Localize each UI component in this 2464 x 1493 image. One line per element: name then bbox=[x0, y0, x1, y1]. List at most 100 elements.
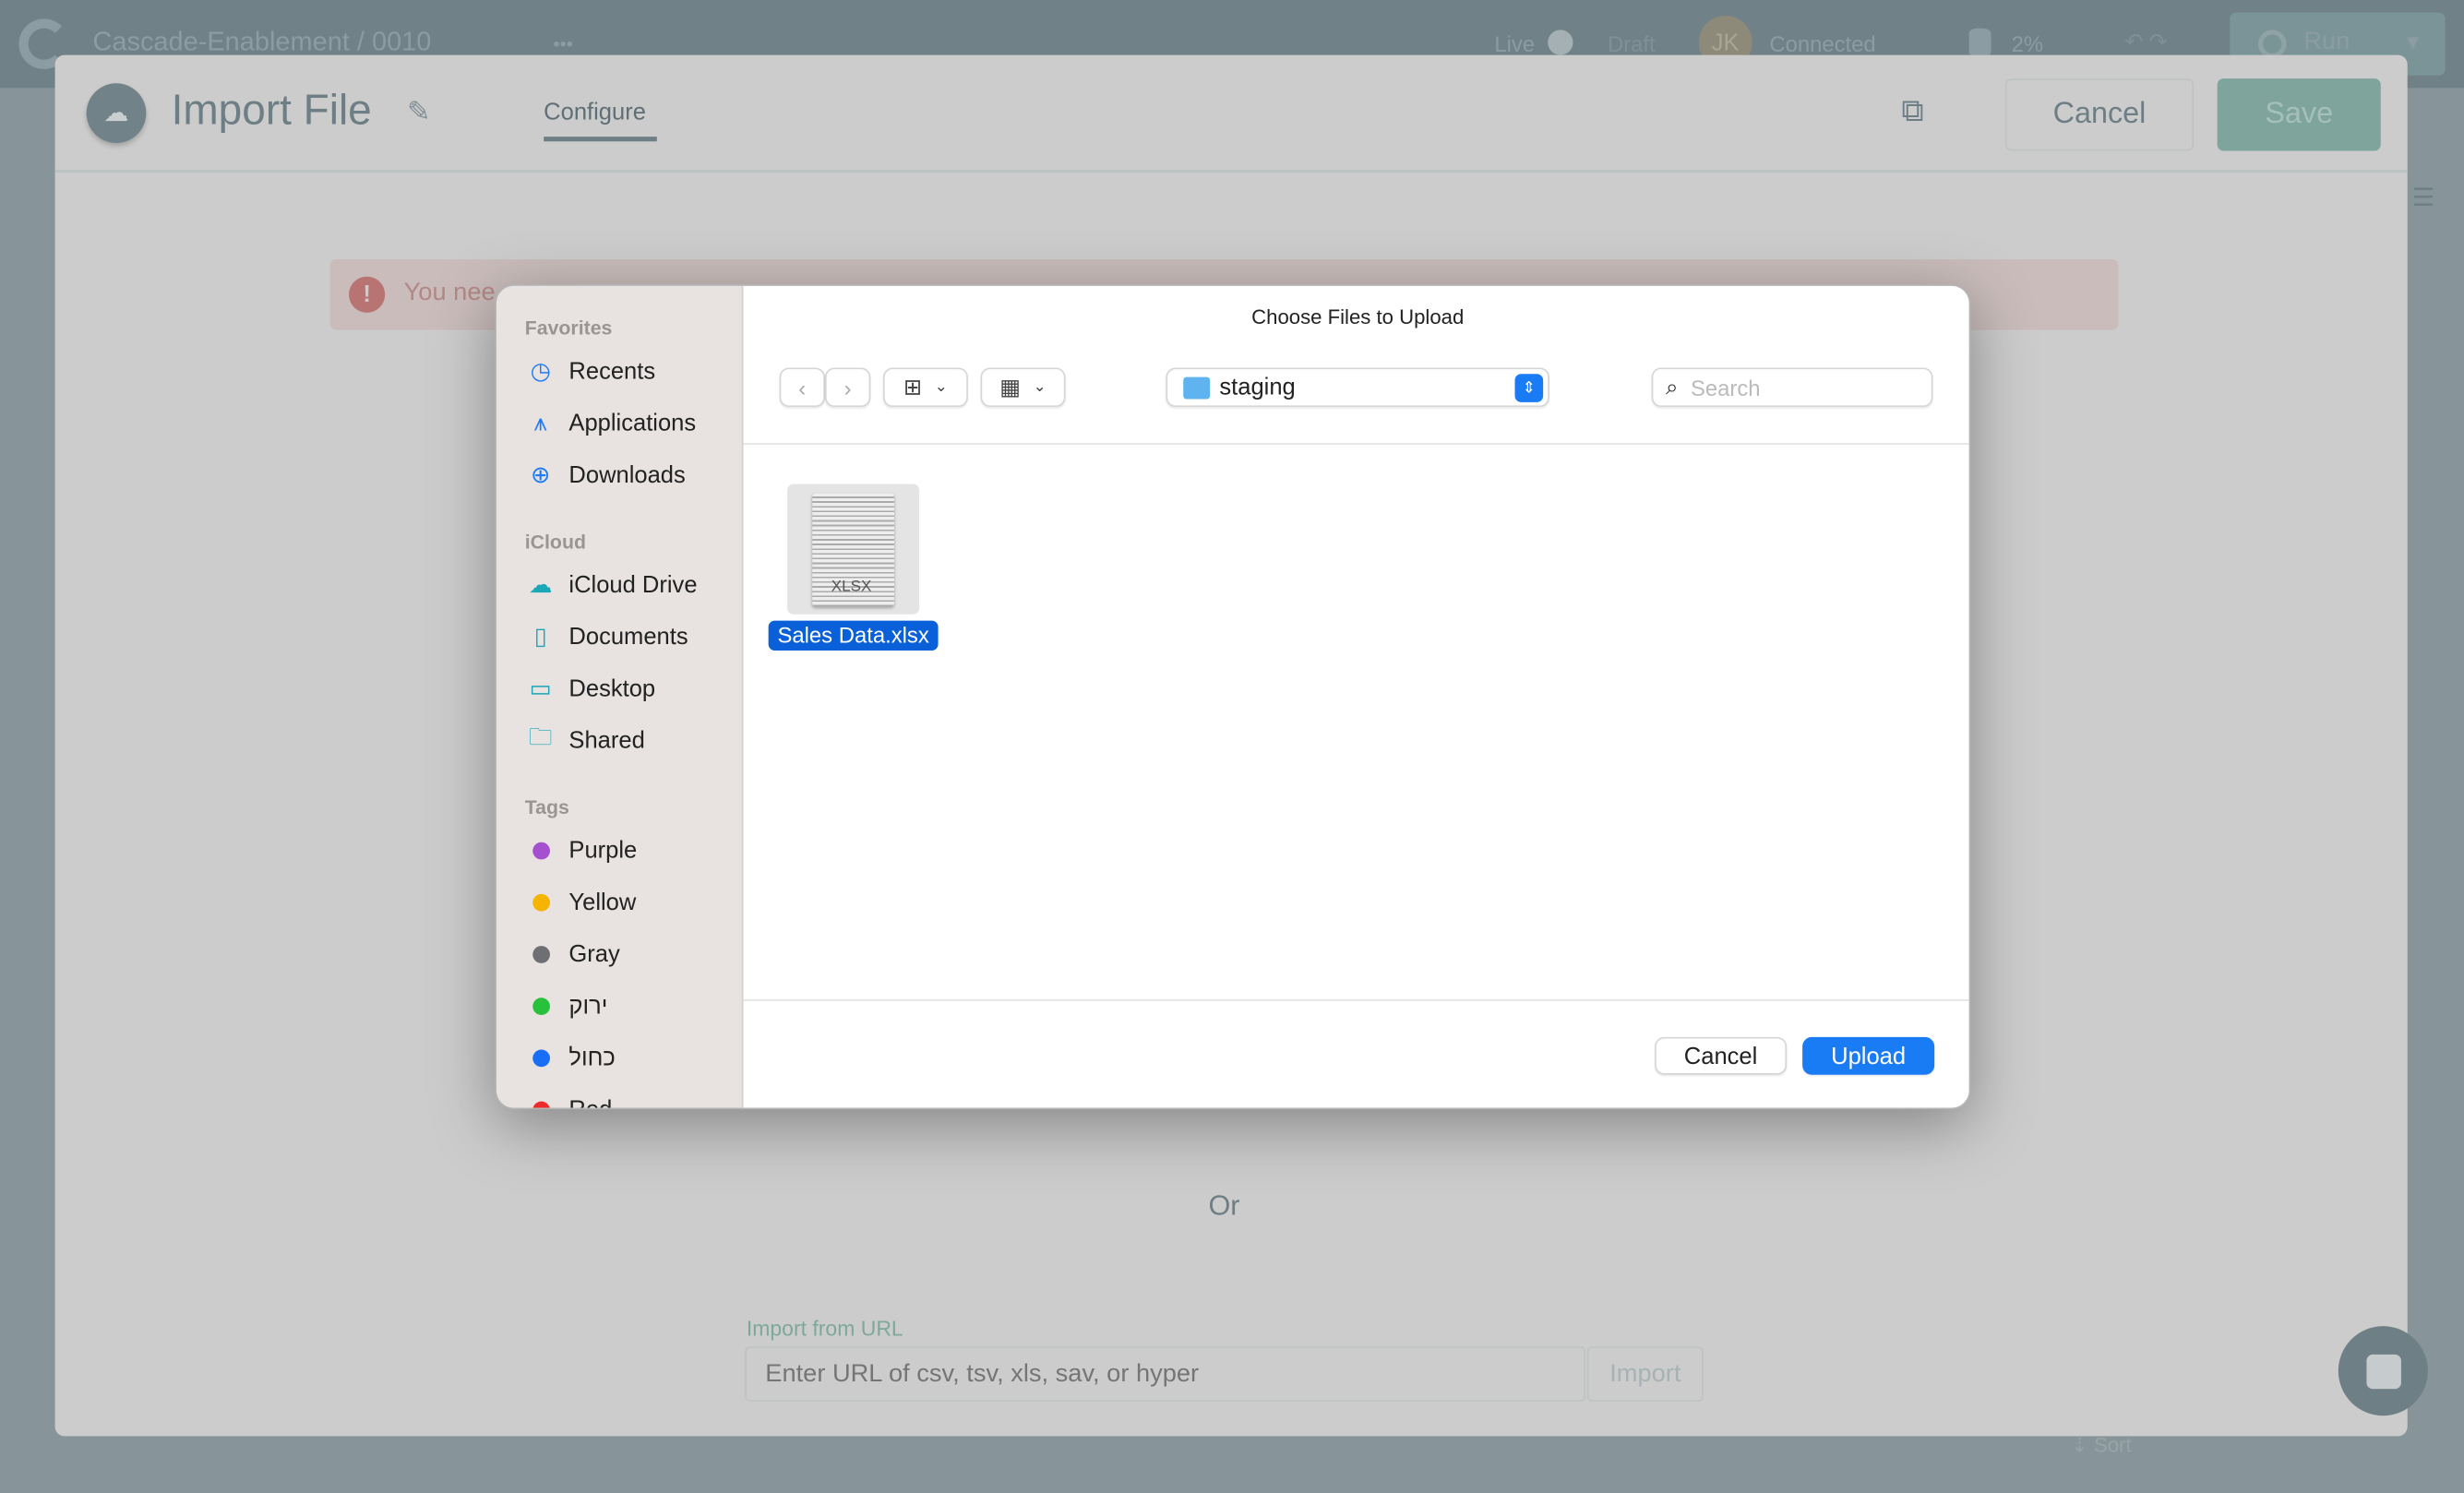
live-label: Live bbox=[1494, 31, 1535, 56]
sidebar-item-label: Purple bbox=[568, 837, 637, 864]
run-label: Run bbox=[2303, 29, 2350, 57]
draft-label: Draft bbox=[1608, 31, 1656, 56]
open-external-icon[interactable]: ⧉ bbox=[1901, 94, 1923, 130]
clock-icon: ◷ bbox=[525, 357, 556, 386]
sidebar-item-label: Yellow bbox=[568, 889, 636, 915]
search-placeholder: Search bbox=[1691, 375, 1761, 400]
live-draft-toggle[interactable] bbox=[1548, 30, 1573, 54]
modal-save-button[interactable]: Save bbox=[2218, 78, 2381, 150]
file-chooser-dialog: Favorites ◷ Recents ⩚ Applications ⊕ Downlo… bbox=[495, 284, 1970, 1109]
desktop-icon: ▭ bbox=[525, 675, 556, 703]
sidebar-item-label: Recents bbox=[568, 357, 655, 384]
sidebar-item-icloud-drive[interactable]: ☁iCloud Drive bbox=[525, 567, 698, 602]
file-item[interactable]: XLSX Sales Data.xlsx bbox=[767, 483, 939, 652]
error-text: You nee bbox=[404, 280, 496, 308]
upload-button[interactable]: Upload bbox=[1802, 1037, 1934, 1075]
chat-icon bbox=[2366, 1354, 2400, 1388]
cloud-icon: ☁ bbox=[525, 570, 556, 599]
database-icon bbox=[1969, 29, 1992, 57]
sidebar-item-label: Gray bbox=[568, 940, 619, 967]
sort-button[interactable]: ⇣ Sort bbox=[2071, 1433, 2131, 1458]
back-button[interactable]: ‹ bbox=[780, 367, 825, 407]
sidebar-item-label: Shared bbox=[568, 727, 644, 754]
search-icon: ⌕ bbox=[1666, 374, 1678, 400]
chat-support-button[interactable] bbox=[2338, 1326, 2428, 1415]
sidebar-item-desktop[interactable]: ▭ Desktop bbox=[525, 671, 655, 705]
tag-color-dot-icon bbox=[525, 842, 556, 859]
sidebar-item-label: Desktop bbox=[568, 675, 655, 701]
shared-folder-icon: 🗀 bbox=[525, 721, 556, 760]
tab-configure[interactable]: Configure bbox=[544, 99, 646, 125]
footer-divider bbox=[743, 999, 1970, 1001]
or-divider-text: Or bbox=[1208, 1189, 1239, 1223]
sidebar-item-label: Documents bbox=[568, 623, 688, 650]
sidebar-item-label: Downloads bbox=[568, 461, 685, 488]
breadcrumb[interactable]: Cascade-Enablement / 0010 bbox=[92, 27, 431, 58]
right-panel-toggle-icon[interactable]: ☰ bbox=[2412, 183, 2434, 214]
applications-icon: ⩚ bbox=[525, 410, 556, 436]
sidebar-item-applications[interactable]: ⩚ Applications bbox=[525, 405, 696, 439]
modal-title: Import File bbox=[172, 87, 372, 136]
group-icon: ▦ bbox=[999, 374, 1021, 400]
location-select[interactable]: staging ⇕ bbox=[1166, 367, 1549, 407]
chevron-right-icon: › bbox=[844, 375, 852, 400]
file-type-label: XLSX bbox=[831, 579, 872, 596]
file-name-label: Sales Data.xlsx bbox=[769, 621, 939, 651]
sidebar-item-shared[interactable]: 🗀 Shared bbox=[525, 723, 645, 757]
forward-button[interactable]: › bbox=[825, 367, 870, 407]
url-input[interactable] bbox=[745, 1346, 1585, 1402]
undo-redo-icons[interactable]: ↶ ↷ bbox=[2124, 29, 2168, 55]
modal-cancel-button[interactable]: Cancel bbox=[2005, 78, 2194, 150]
tab-configure-underline bbox=[544, 137, 657, 141]
sidebar-tag-item[interactable]: כחול bbox=[525, 1040, 616, 1074]
tag-color-dot-icon bbox=[525, 893, 556, 911]
document-icon: ▯ bbox=[525, 622, 556, 651]
toolbar-divider bbox=[743, 443, 1970, 445]
search-field[interactable]: ⌕ Search bbox=[1652, 367, 1933, 407]
download-icon: ⊕ bbox=[525, 460, 556, 489]
run-icon bbox=[2258, 30, 2287, 58]
connection-status: Connected bbox=[1769, 31, 1875, 56]
chevron-left-icon: ‹ bbox=[798, 375, 806, 400]
edit-title-icon[interactable]: ✎ bbox=[407, 96, 431, 129]
tag-color-dot-icon bbox=[525, 1101, 556, 1109]
sidebar-tag-item[interactable]: Gray bbox=[525, 937, 620, 971]
error-icon: ! bbox=[349, 277, 385, 313]
up-down-chevron-icon: ⇕ bbox=[1515, 374, 1544, 402]
sidebar-item-label: Red bbox=[568, 1096, 612, 1109]
sort-label: Sort bbox=[2094, 1433, 2132, 1457]
sidebar-item-label: ירוק bbox=[568, 992, 607, 1019]
url-label: Import from URL bbox=[747, 1317, 903, 1341]
run-dropdown-icon[interactable]: ▼ bbox=[2403, 30, 2423, 54]
sidebar-item-downloads[interactable]: ⊕ Downloads bbox=[525, 458, 686, 492]
location-label: staging bbox=[1219, 374, 1295, 400]
sidebar-item-label: Applications bbox=[568, 410, 696, 436]
more-menu-button[interactable]: ••• bbox=[553, 33, 572, 55]
sidebar-tag-item[interactable]: Yellow bbox=[525, 885, 637, 919]
tag-color-dot-icon bbox=[525, 997, 556, 1014]
folder-icon bbox=[1183, 376, 1210, 399]
sidebar-tag-item[interactable]: Red bbox=[525, 1092, 613, 1109]
dialog-cancel-button[interactable]: Cancel bbox=[1655, 1037, 1787, 1075]
tag-color-dot-icon bbox=[525, 945, 556, 962]
chevron-down-icon: ⌄ bbox=[1033, 378, 1046, 396]
upload-cloud-icon: ☁ bbox=[87, 83, 147, 143]
group-by-button[interactable]: ▦⌄ bbox=[981, 367, 1066, 407]
section-favorites: Favorites bbox=[525, 317, 613, 340]
usage-percent: 2% bbox=[2012, 31, 2043, 56]
chevron-down-icon: ⌄ bbox=[935, 378, 948, 396]
grid-icon: ⊞ bbox=[903, 374, 922, 400]
dialog-sidebar: Favorites ◷ Recents ⩚ Applications ⊕ Downlo… bbox=[496, 286, 743, 1109]
section-icloud: iCloud bbox=[525, 532, 586, 554]
modal-header: ☁ Import File ✎ Configure ⧉ Cancel Save bbox=[55, 55, 2408, 173]
sidebar-item-label: כחול bbox=[568, 1045, 615, 1071]
import-url-button[interactable]: Import bbox=[1587, 1346, 1704, 1402]
xlsx-file-icon: XLSX bbox=[787, 484, 919, 614]
dialog-title: Choose Files to Upload bbox=[743, 305, 1970, 328]
sidebar-item-recents[interactable]: ◷ Recents bbox=[525, 353, 655, 388]
sidebar-tag-item[interactable]: Purple bbox=[525, 832, 638, 866]
icon-view-button[interactable]: ⊞⌄ bbox=[883, 367, 968, 407]
sidebar-item-documents[interactable]: ▯ Documents bbox=[525, 619, 688, 653]
tag-color-dot-icon bbox=[525, 1049, 556, 1067]
sidebar-tag-item[interactable]: ירוק bbox=[525, 988, 608, 1022]
